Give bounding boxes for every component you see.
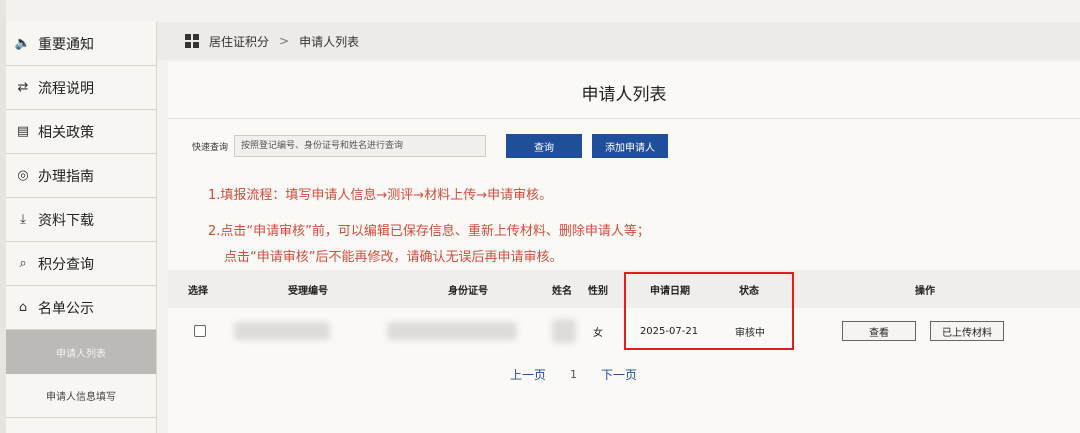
search-label: 快速查询 — [192, 142, 229, 153]
sidebar-item-label: 名单公示 — [38, 300, 94, 317]
search-row: 快速查询 查询 添加申请人 — [192, 134, 669, 158]
id-no-redacted — [387, 322, 517, 340]
current-page-number: 1 — [570, 368, 578, 381]
uploaded-materials-button[interactable]: 已上传材料 — [930, 321, 1004, 341]
accept-no-redacted — [234, 322, 330, 340]
sidebar-item-label: 资料下载 — [38, 212, 94, 229]
sidebar-subitem-applicant-list[interactable]: 申请人列表 — [6, 330, 156, 374]
query-button[interactable]: 查询 — [506, 134, 583, 158]
breadcrumb-separator: > — [279, 34, 290, 48]
header-accept-no: 受理编号 — [288, 285, 328, 297]
sidebar: 🔈 重要通知 ⇄ 流程说明 ▤ 相关政策 ◎ 办理指南 ⤓ 资料下载 ⌕ 积分查… — [6, 22, 157, 433]
pagination: 上一页 1 下一页 — [510, 366, 637, 383]
row-checkbox[interactable] — [194, 325, 206, 337]
download-icon: ⤓ — [20, 212, 26, 227]
sidebar-item-label: 积分查询 — [38, 256, 94, 273]
speaker-icon: 🔈 — [14, 36, 32, 51]
header-select: 选择 — [188, 285, 208, 297]
breadcrumb-current: 申请人列表 — [299, 34, 360, 49]
view-button[interactable]: 查看 — [842, 321, 916, 341]
notice-line-3: 点击“申请审核”后不能再修改，请确认无误后再申请审核。 — [224, 250, 563, 265]
sidebar-item-label: 相关政策 — [38, 124, 94, 141]
sidebar-item-guide[interactable]: ◎ 办理指南 — [6, 154, 156, 198]
main-panel: 申请人列表 快速查询 查询 添加申请人 1.填报流程：填写申请人信息→测评→材料… — [168, 62, 1080, 433]
compass-icon: ◎ — [17, 168, 29, 183]
prev-page-link[interactable]: 上一页 — [510, 366, 546, 383]
sidebar-item-label: 流程说明 — [38, 80, 94, 97]
add-applicant-button[interactable]: 添加申请人 — [592, 134, 669, 158]
sidebar-subitem-label: 申请人信息填写 — [46, 392, 116, 403]
id-no-cell — [382, 310, 522, 352]
sidebar-item-public-list[interactable]: ⌂ 名单公示 — [6, 286, 156, 330]
sidebar-item-label: 重要通知 — [38, 36, 94, 53]
grid-menu-icon — [185, 34, 199, 48]
highlight-box — [624, 272, 794, 350]
page-title: 申请人列表 — [168, 66, 1080, 119]
sidebar-item-process[interactable]: ⇄ 流程说明 — [6, 66, 156, 110]
gender-cell: 女 — [593, 327, 603, 339]
sidebar-item-label: 办理指南 — [38, 168, 94, 185]
next-page-link[interactable]: 下一页 — [601, 366, 637, 383]
name-cell — [550, 310, 578, 352]
sidebar-item-notice[interactable]: 🔈 重要通知 — [6, 22, 156, 66]
header-name: 姓名 — [552, 285, 572, 297]
notice-line-2: 2.点击“申请审核”前，可以编辑已保存信息、重新上传材料、删除申请人等； — [208, 224, 650, 239]
sidebar-item-download[interactable]: ⤓ 资料下载 — [6, 198, 156, 242]
header-actions: 操作 — [915, 285, 935, 297]
search-input[interactable] — [234, 135, 487, 157]
sidebar-item-score-query[interactable]: ⌕ 积分查询 — [6, 242, 156, 286]
sidebar-subitem-label: 申请人列表 — [56, 348, 106, 360]
document-icon: ▤ — [16, 124, 30, 139]
flow-icon: ⇄ — [17, 80, 29, 95]
actions-cell: 查看 已上传材料 — [838, 310, 1008, 352]
breadcrumb: 居住证积分 > 申请人列表 — [157, 22, 1080, 60]
notice-line-1: 1.填报流程：填写申请人信息→测评→材料上传→申请审核。 — [208, 188, 553, 203]
list-public-icon: ⌂ — [18, 300, 28, 315]
name-redacted — [552, 319, 576, 343]
row-select-cell — [188, 310, 212, 352]
breadcrumb-root[interactable]: 居住证积分 — [209, 33, 269, 50]
accept-no-cell — [232, 310, 332, 352]
header-gender: 性别 — [588, 285, 608, 297]
search-score-icon: ⌕ — [19, 256, 27, 271]
sidebar-item-policy[interactable]: ▤ 相关政策 — [6, 110, 156, 154]
sidebar-subitem-applicant-form[interactable]: 申请人信息填写 — [6, 374, 156, 418]
header-id-no: 身份证号 — [448, 285, 488, 297]
